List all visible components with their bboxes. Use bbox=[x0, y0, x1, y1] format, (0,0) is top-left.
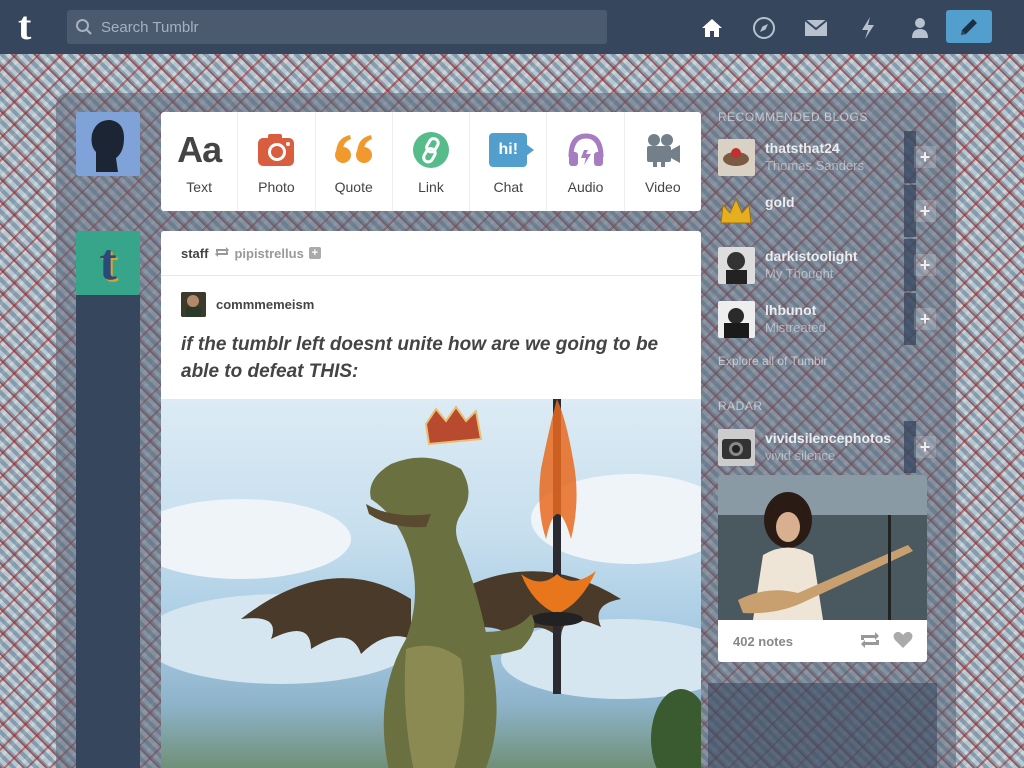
radar-photo[interactable] bbox=[718, 475, 927, 620]
recommended-blog[interactable]: darkistoolight My Thought + bbox=[718, 239, 936, 297]
post-type-audio[interactable]: Audio bbox=[547, 112, 625, 211]
post-type-bar: Aa Text Photo Quote Link hi! Chat Audio bbox=[161, 112, 701, 211]
source-blog-avatar[interactable] bbox=[181, 292, 206, 317]
blog-avatar bbox=[718, 247, 755, 284]
top-navigation-bar: t bbox=[0, 0, 1024, 54]
radar-blog[interactable]: vividsilencephotos vivid silence + bbox=[718, 421, 936, 479]
recommended-blog[interactable]: gold + bbox=[718, 185, 936, 243]
post-type-label: Quote bbox=[334, 179, 373, 195]
activity-lightning-icon[interactable] bbox=[842, 14, 894, 42]
notes-count[interactable]: 402 notes bbox=[733, 634, 793, 649]
text-aa-icon: Aa bbox=[177, 129, 222, 170]
explore-all-link[interactable]: Explore all of Tumblr bbox=[718, 354, 827, 368]
radar-post-card: 402 notes bbox=[718, 475, 927, 662]
inbox-mail-icon[interactable] bbox=[790, 14, 842, 42]
pencil-icon bbox=[961, 18, 977, 35]
avatar-column bbox=[76, 295, 140, 768]
like-heart-icon[interactable] bbox=[893, 631, 913, 652]
post-author-link[interactable]: staff bbox=[181, 246, 208, 261]
blog-subtitle: My Thought bbox=[765, 266, 834, 281]
recommended-blog[interactable]: lhbunot Mistreated + bbox=[718, 293, 936, 351]
recommended-blog[interactable]: thatsthat24 Thomas Sanders + bbox=[718, 131, 936, 189]
account-person-icon[interactable] bbox=[894, 14, 946, 42]
search-box[interactable] bbox=[67, 10, 607, 44]
chat-bubble-icon: hi! bbox=[489, 133, 535, 167]
reblog-arrow-icon bbox=[214, 246, 230, 261]
post-type-label: Photo bbox=[258, 179, 295, 195]
blog-name: darkistoolight bbox=[765, 248, 858, 264]
radar-title: RADAR bbox=[718, 399, 763, 413]
post-type-chat[interactable]: hi! Chat bbox=[470, 112, 548, 211]
post-photo[interactable] bbox=[161, 399, 701, 768]
follow-blog-button[interactable]: + bbox=[914, 200, 936, 222]
follow-button[interactable]: + bbox=[308, 247, 321, 259]
post-type-label: Audio bbox=[567, 179, 604, 195]
radar-post-footer: 402 notes bbox=[718, 620, 927, 662]
chat-bubble-text: hi! bbox=[498, 141, 519, 158]
follow-blog-button[interactable]: + bbox=[914, 436, 936, 458]
explore-compass-icon[interactable] bbox=[738, 14, 790, 42]
quote-icon bbox=[334, 135, 372, 163]
post-type-video[interactable]: Video bbox=[625, 112, 701, 211]
compose-post-button[interactable] bbox=[946, 10, 992, 43]
staff-avatar[interactable]: t bbox=[76, 231, 140, 295]
post-type-photo[interactable]: Photo bbox=[238, 112, 316, 211]
reblogged-from-link[interactable]: pipistrellus bbox=[234, 246, 303, 261]
blog-name: thatsthat24 bbox=[765, 140, 840, 156]
crown-avatar-icon bbox=[718, 193, 755, 230]
blog-avatar bbox=[718, 139, 755, 176]
post-type-label: Link bbox=[418, 179, 444, 195]
user-avatar[interactable] bbox=[76, 112, 140, 176]
post-header: staff pipistrellus + bbox=[161, 231, 701, 276]
camera-icon bbox=[258, 134, 295, 166]
tumblr-t-logo: t bbox=[99, 234, 117, 291]
blog-subtitle: Mistreated bbox=[765, 320, 826, 335]
link-icon bbox=[412, 132, 449, 168]
search-icon bbox=[67, 18, 101, 36]
post-type-quote[interactable]: Quote bbox=[316, 112, 393, 211]
video-camera-icon bbox=[646, 134, 680, 167]
recommended-blogs-title: RECOMMENDED BLOGS bbox=[718, 110, 868, 124]
blog-avatar bbox=[718, 429, 755, 466]
tumblr-logo[interactable]: t bbox=[18, 6, 48, 46]
home-icon[interactable] bbox=[686, 14, 738, 42]
dashboard-post: staff pipistrellus + commmemeism if the … bbox=[161, 231, 701, 768]
post-type-label: Chat bbox=[493, 179, 524, 195]
blog-name: gold bbox=[765, 194, 795, 210]
blog-name: vividsilencephotos bbox=[765, 430, 892, 446]
post-caption: if the tumblr left doesnt unite how are … bbox=[181, 334, 659, 382]
blog-subtitle: Thomas Sanders bbox=[765, 158, 864, 173]
post-type-text[interactable]: Aa Text bbox=[161, 112, 239, 211]
sidebar-bottom-panel bbox=[708, 683, 937, 768]
reblog-icon[interactable] bbox=[859, 631, 881, 652]
post-type-label: Text bbox=[186, 179, 212, 195]
reblog-source: commmemeism bbox=[161, 276, 701, 317]
post-type-link[interactable]: Link bbox=[393, 112, 471, 211]
source-blog-name[interactable]: commmemeism bbox=[216, 297, 314, 312]
follow-blog-button[interactable]: + bbox=[914, 254, 936, 276]
post-type-label: Video bbox=[645, 179, 681, 195]
follow-blog-button[interactable]: + bbox=[914, 308, 936, 330]
blog-avatar bbox=[718, 301, 755, 338]
blog-name: lhbunot bbox=[765, 302, 817, 318]
nav-icons bbox=[686, 14, 946, 42]
blog-subtitle: vivid silence bbox=[765, 448, 836, 463]
headphones-icon bbox=[568, 133, 604, 166]
search-input[interactable] bbox=[101, 18, 581, 36]
follow-blog-button[interactable]: + bbox=[914, 146, 936, 168]
